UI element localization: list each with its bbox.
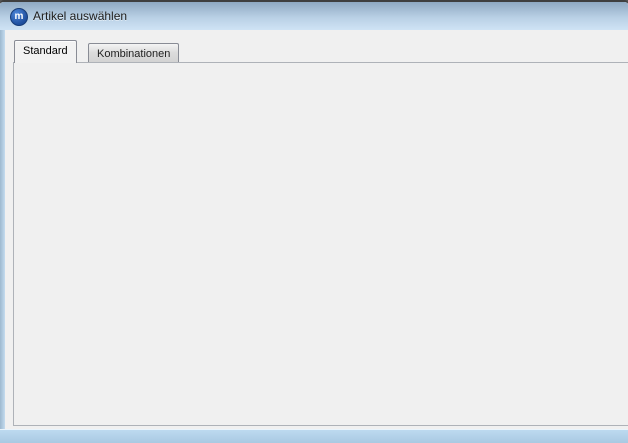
tab-kombinationen[interactable]: Kombinationen: [88, 43, 179, 63]
window-title: Artikel auswählen: [33, 9, 127, 23]
tab-standard[interactable]: Standard: [14, 40, 77, 63]
dialog-artikel-auswaehlen: m Artikel auswählen Standard Kombination…: [0, 0, 628, 443]
app-logo-icon: m: [10, 8, 28, 26]
title-bar[interactable]: m Artikel auswählen: [0, 2, 628, 30]
window-border-left: [0, 30, 5, 443]
tab-page-standard: [13, 62, 628, 426]
